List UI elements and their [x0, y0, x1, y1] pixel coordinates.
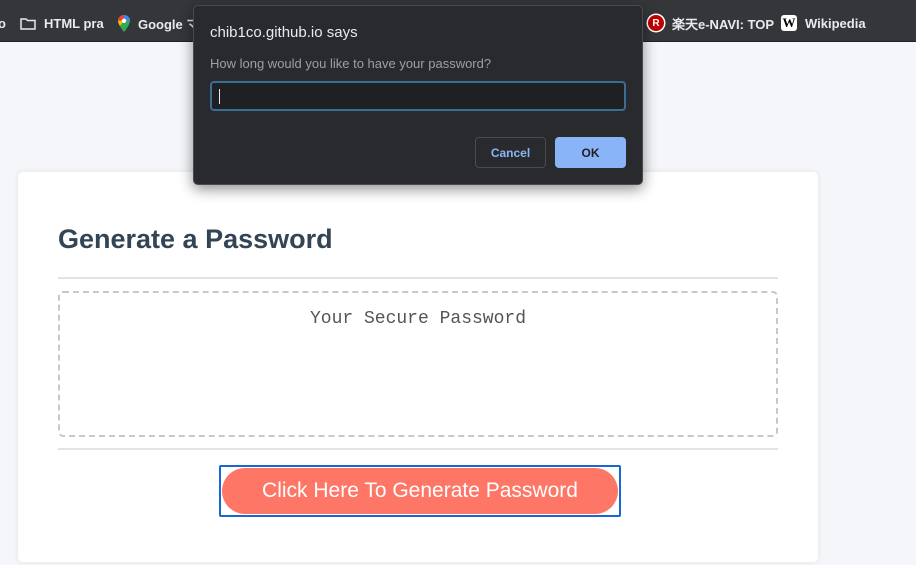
divider: [58, 448, 778, 450]
generate-button-focus-ring: Click Here To Generate Password: [219, 465, 621, 517]
text-cursor: [219, 89, 220, 104]
folder-icon: [20, 17, 36, 30]
password-card: Generate a Password Click Here To Genera…: [18, 172, 818, 562]
wikipedia-icon: W: [781, 15, 797, 31]
bookmark-label: 楽天e-NAVI: TOP: [672, 16, 775, 32]
google-maps-icon: [118, 14, 130, 32]
generate-password-button[interactable]: Click Here To Generate Password: [222, 468, 618, 514]
bookmark-google-maps[interactable]: Google マ: [118, 14, 199, 32]
bookmark-label: Wikipedia: [805, 15, 866, 31]
divider: [58, 277, 778, 279]
ok-button[interactable]: OK: [555, 137, 626, 168]
password-output[interactable]: [58, 291, 778, 437]
dialog-message: How long would you like to have your pas…: [210, 56, 492, 71]
bookmark-rakuten-enavi[interactable]: R 楽天e-NAVI: TOP: [648, 14, 774, 32]
page-title: Generate a Password: [58, 224, 333, 254]
dialog-title: chib1co.github.io says: [210, 24, 358, 41]
bookmark-wikipedia[interactable]: W Wikipedia: [781, 14, 866, 32]
prompt-dialog: chib1co.github.io says How long would yo…: [193, 5, 643, 185]
bookmark-html-practice[interactable]: HTML pra: [20, 14, 104, 32]
bookmark-label: HTML pra: [44, 15, 104, 31]
bookmark-truncated[interactable]: o: [0, 14, 6, 32]
bookmark-label: Google マ: [138, 16, 200, 32]
password-length-input[interactable]: [210, 81, 626, 111]
bookmark-label: o: [0, 15, 6, 31]
cancel-button[interactable]: Cancel: [475, 137, 546, 168]
rakuten-icon: R: [648, 15, 664, 31]
